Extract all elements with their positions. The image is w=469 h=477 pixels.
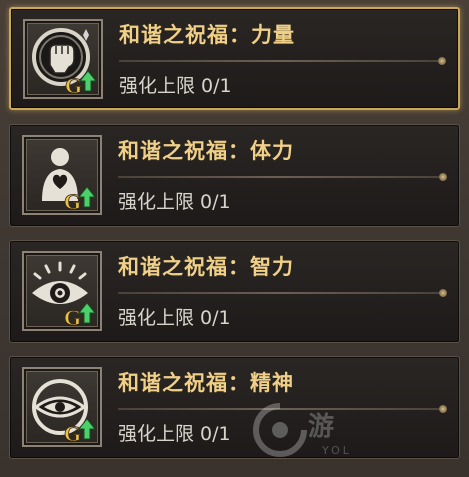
divider-ornament [439,405,447,413]
svg-text:G: G [64,421,81,445]
blessing-icon-frame: G [22,367,102,447]
blessing-icon-frame: G [22,251,102,331]
enhance-limit: 强化上限 0/1 [118,423,231,445]
svg-text:G: G [65,73,82,97]
blessing-list: G 和谐之祝福：力量 强化上限 0/1 G 和谐之祝福：体力 强化上限 0/1 [0,0,469,477]
upgrade-badge-icon: G [64,186,97,213]
svg-text:G: G [64,189,81,213]
blessing-row-intelligence[interactable]: G 和谐之祝福：智力 强化上限 0/1 [9,240,460,343]
upgrade-badge-icon: G [65,70,98,97]
blessing-icon-frame: G [23,19,103,99]
blessing-title: 和谐之祝福：力量 [119,23,295,47]
blessing-title: 和谐之祝福：精神 [118,371,294,395]
blessing-row-stamina[interactable]: G 和谐之祝福：体力 强化上限 0/1 [9,124,460,227]
divider [118,408,443,410]
divider-ornament [439,173,447,181]
divider [119,60,442,62]
blessing-row-strength[interactable]: G 和谐之祝福：力量 强化上限 0/1 [9,7,460,110]
blessing-row-spirit[interactable]: G 和谐之祝福：精神 强化上限 0/1 [9,356,460,459]
enhance-limit: 强化上限 0/1 [119,75,232,97]
enhance-limit: 强化上限 0/1 [118,191,231,213]
blessing-title: 和谐之祝福：体力 [118,139,294,163]
blessing-title: 和谐之祝福：智力 [118,255,294,279]
divider-ornament [438,57,446,65]
svg-text:G: G [64,305,81,329]
upgrade-badge-icon: G [64,302,97,329]
upgrade-badge-icon: G [64,418,97,445]
divider-ornament [439,289,447,297]
divider [118,176,443,178]
enhance-limit: 强化上限 0/1 [118,307,231,329]
blessing-icon-frame: G [22,135,102,215]
divider [118,292,443,294]
